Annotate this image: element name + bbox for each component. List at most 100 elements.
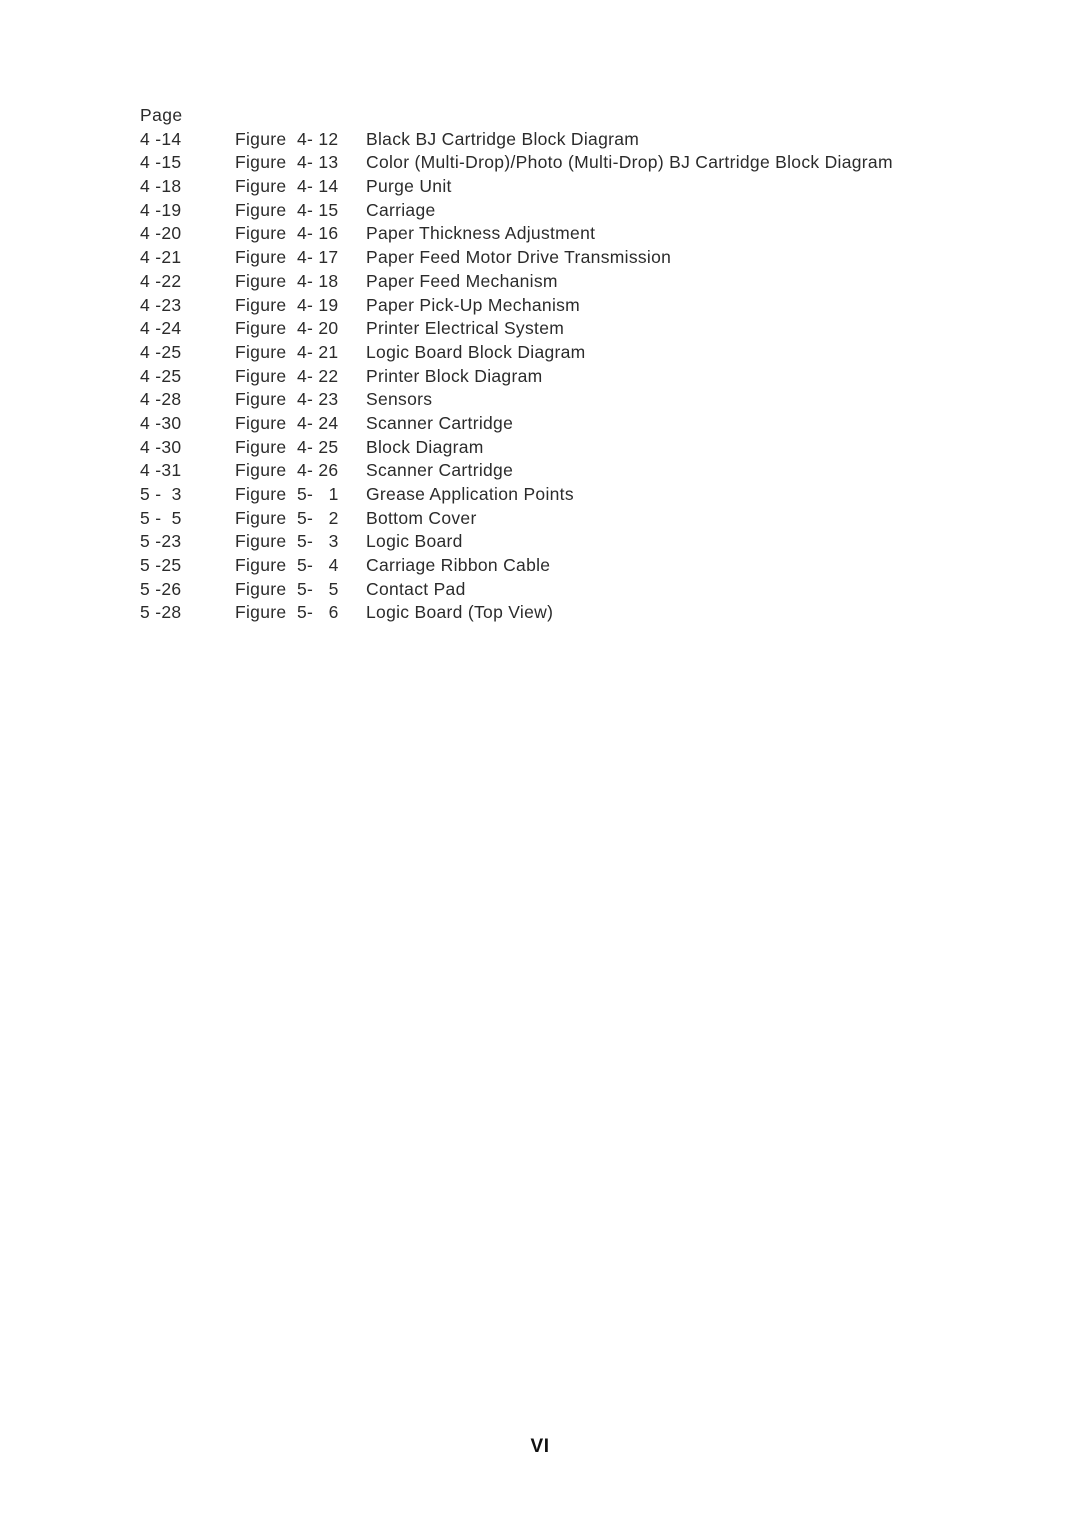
figure-row-page-number: 4 -31: [140, 460, 182, 481]
figure-row-label: Figure: [235, 294, 287, 315]
figure-list-row[interactable]: 4 -25 Figure 4- 21 Logic Board Block Diagra…: [140, 341, 960, 365]
figure-row-page-number: 4 -25: [140, 341, 182, 362]
figure-list-row[interactable]: 4 -30 Figure 4- 24 Scanner Cartridge: [140, 412, 960, 436]
figure-row-label: Figure: [235, 436, 287, 457]
figure-row-page-number: 4 -24: [140, 318, 182, 339]
figure-row-title: Paper Pick-Up Mechanism: [366, 294, 581, 315]
figure-row-page-number: 5 - 3: [140, 484, 182, 505]
list-of-figures: Page 4 -14 Figure 4- 12 Black BJ Cartridge …: [140, 104, 960, 625]
figure-row-page-number: 4 -18: [140, 176, 182, 197]
figure-list-row[interactable]: 4 -18 Figure 4- 14 Purge Unit: [140, 175, 960, 199]
figure-row-number: 4- 22: [297, 365, 339, 386]
figure-row-number: 4- 19: [297, 294, 339, 315]
figure-row-page-number: 4 -30: [140, 412, 182, 433]
figure-row-title: Logic Board Block Diagram: [366, 341, 586, 362]
figure-row-page-number: 4 -21: [140, 247, 182, 268]
figure-list-row[interactable]: 4 -19 Figure 4- 15 Carriage: [140, 199, 960, 223]
figure-row-label: Figure: [235, 389, 287, 410]
figure-row-number: 4- 12: [297, 128, 339, 149]
figure-row-label: Figure: [235, 247, 287, 268]
figure-row-title: Bottom Cover: [366, 507, 477, 528]
figure-row-label: Figure: [235, 176, 287, 197]
figure-row-label: Figure: [235, 507, 287, 528]
figure-row-label: Figure: [235, 484, 287, 505]
figure-row-title: Grease Application Points: [366, 484, 574, 505]
figure-row-title: Logic Board (Top View): [366, 602, 554, 623]
figure-row-page-number: 4 -19: [140, 199, 182, 220]
figure-list-row[interactable]: 4 -20 Figure 4- 16 Paper Thickness Adjustme…: [140, 222, 960, 246]
figure-row-number: 4- 23: [297, 389, 339, 410]
figure-row-title: Paper Thickness Adjustment: [366, 223, 596, 244]
figure-row-label: Figure: [235, 460, 287, 481]
figure-row-label: Figure: [235, 578, 287, 599]
figure-row-number: 5- 2: [297, 507, 339, 528]
figure-list-row[interactable]: 4 -28 Figure 4- 23 Sensors: [140, 388, 960, 412]
figure-row-page-number: 4 -22: [140, 270, 182, 291]
figure-list-row[interactable]: 4 -22 Figure 4- 18 Paper Feed Mechanism: [140, 270, 960, 294]
figure-row-label: Figure: [235, 223, 287, 244]
figure-row-number: 5- 1: [297, 484, 339, 505]
figure-row-number: 4- 15: [297, 199, 339, 220]
column-header-page: Page: [140, 105, 183, 125]
figure-row-title: Sensors: [366, 389, 433, 410]
figure-row-label: Figure: [235, 270, 287, 291]
figure-row-number: 4- 20: [297, 318, 339, 339]
figure-row-page-number: 5 -23: [140, 531, 182, 552]
figure-row-page-number: 5 -26: [140, 578, 182, 599]
figure-list-row[interactable]: 4 -31 Figure 4- 26 Scanner Cartridge: [140, 459, 960, 483]
figure-row-title: Contact Pad: [366, 578, 466, 599]
figure-row-label: Figure: [235, 412, 287, 433]
figure-row-page-number: 4 -15: [140, 152, 182, 173]
figure-row-number: 5- 5: [297, 578, 339, 599]
figure-list-row[interactable]: 4 -15 Figure 4- 13 Color (Multi-Drop)/Photo…: [140, 151, 960, 175]
figure-row-title: Color (Multi-Drop)/Photo (Multi-Drop) BJ…: [366, 152, 893, 173]
figure-row-page-number: 4 -28: [140, 389, 182, 410]
figure-list-row[interactable]: 4 -24 Figure 4- 20 Printer Electrical Syste…: [140, 317, 960, 341]
figure-row-title: Paper Feed Mechanism: [366, 270, 558, 291]
figure-row-label: Figure: [235, 531, 287, 552]
figure-list-row[interactable]: 4 -14 Figure 4- 12 Black BJ Cartridge Block…: [140, 128, 960, 152]
figure-row-title: Carriage Ribbon Cable: [366, 555, 551, 576]
figure-row-number: 4- 16: [297, 223, 339, 244]
figure-row-title: Black BJ Cartridge Block Diagram: [366, 128, 640, 149]
figure-list-row[interactable]: 5 -28 Figure 5- 6 Logic Board (Top View): [140, 601, 960, 625]
figure-row-number: 4- 14: [297, 176, 339, 197]
figure-list-row[interactable]: 4 -25 Figure 4- 22 Printer Block Diagram: [140, 365, 960, 389]
figure-row-title: Logic Board: [366, 531, 463, 552]
figure-rows: 4 -14 Figure 4- 12 Black BJ Cartridge Block…: [140, 128, 960, 625]
figure-list-row[interactable]: 5 -26 Figure 5- 5 Contact Pad: [140, 578, 960, 602]
figure-row-page-number: 4 -23: [140, 294, 182, 315]
document-page: Page 4 -14 Figure 4- 12 Black BJ Cartridge …: [0, 0, 1080, 1528]
figure-row-title: Scanner Cartridge: [366, 412, 514, 433]
figure-row-label: Figure: [235, 152, 287, 173]
figure-row-page-number: 5 -28: [140, 602, 182, 623]
figure-list-row[interactable]: 4 -30 Figure 4- 25 Block Diagram: [140, 436, 960, 460]
figure-row-number: 4- 24: [297, 412, 339, 433]
figure-row-number: 5- 6: [297, 602, 339, 623]
figure-list-row[interactable]: 4 -23 Figure 4- 19 Paper Pick-Up Mechanism: [140, 294, 960, 318]
figure-row-number: 4- 26: [297, 460, 339, 481]
figure-row-label: Figure: [235, 555, 287, 576]
figure-list-row[interactable]: 4 -21 Figure 4- 17 Paper Feed Motor Drive T…: [140, 246, 960, 270]
figure-row-label: Figure: [235, 341, 287, 362]
figure-row-number: 4- 17: [297, 247, 339, 268]
figure-row-number: 4- 13: [297, 152, 339, 173]
figure-row-page-number: 4 -20: [140, 223, 182, 244]
figure-row-page-number: 4 -25: [140, 365, 182, 386]
figure-list-row[interactable]: 5 - 3 Figure 5- 1 Grease Application Points: [140, 483, 960, 507]
figure-row-label: Figure: [235, 602, 287, 623]
figure-row-title: Printer Block Diagram: [366, 365, 543, 386]
figure-list-row[interactable]: 5 - 5 Figure 5- 2 Bottom Cover: [140, 507, 960, 531]
figure-list-row[interactable]: 5 -23 Figure 5- 3 Logic Board: [140, 530, 960, 554]
figure-row-number: 4- 18: [297, 270, 339, 291]
figure-row-number: 4- 25: [297, 436, 339, 457]
figure-row-title: Paper Feed Motor Drive Transmission: [366, 247, 672, 268]
figure-row-label: Figure: [235, 318, 287, 339]
figure-list-row[interactable]: 5 -25 Figure 5- 4 Carriage Ribbon Cable: [140, 554, 960, 578]
figure-row-number: 4- 21: [297, 341, 339, 362]
figure-row-title: Block Diagram: [366, 436, 484, 457]
figure-row-label: Figure: [235, 199, 287, 220]
figure-row-title: Purge Unit: [366, 176, 452, 197]
figure-row-title: Scanner Cartridge: [366, 460, 514, 481]
figure-row-page-number: 4 -14: [140, 128, 182, 149]
